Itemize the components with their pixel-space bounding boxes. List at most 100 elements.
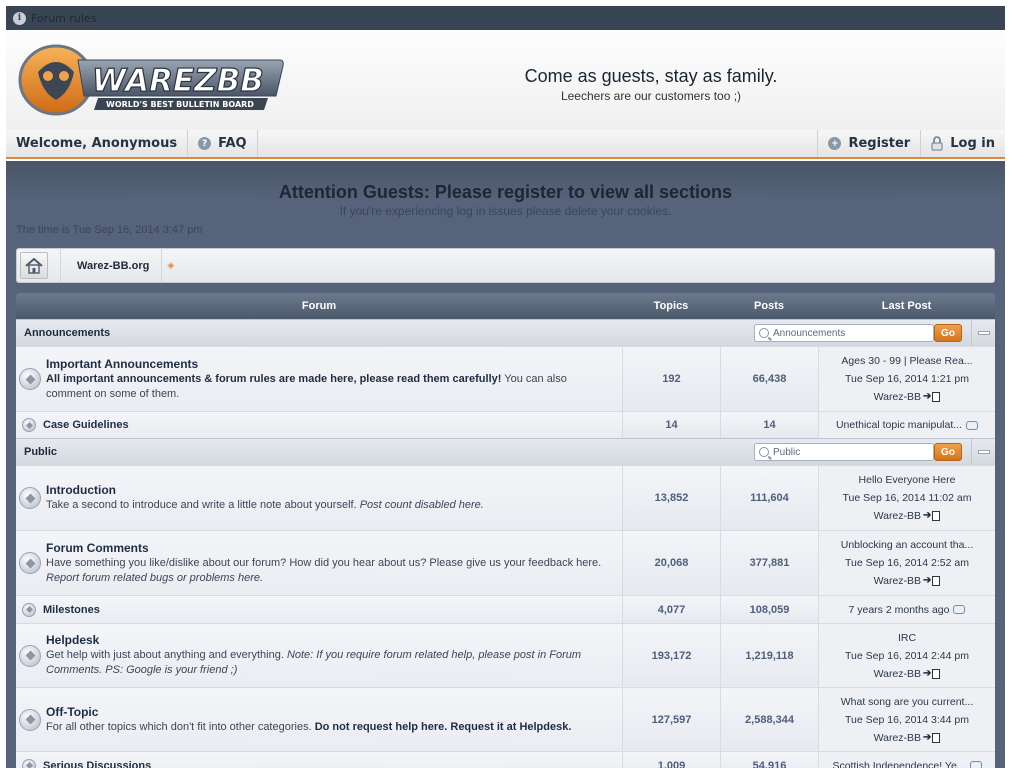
forum-link[interactable]: Off-Topic <box>46 705 571 719</box>
forum-topics-count: 13,852 <box>622 466 720 530</box>
go-button[interactable]: Go <box>934 443 962 461</box>
home-button[interactable] <box>20 252 48 279</box>
header-topics: Topics <box>653 300 689 312</box>
forum-topics-count: 192 <box>622 347 720 411</box>
main-content: Attention Guests: Please register to vie… <box>6 161 1005 768</box>
register-icon: + <box>828 137 842 150</box>
last-post-title[interactable]: Unethical topic manipulat... <box>836 416 962 434</box>
header-forum: Forum <box>301 300 337 312</box>
forum-status-icon <box>22 418 36 432</box>
forum-posts-count: 111,604 <box>720 466 818 530</box>
forum-row: Helpdesk Get help with just about anythi… <box>16 623 995 687</box>
forum-rules-link[interactable]: Forum rules <box>31 12 96 25</box>
comment-icon[interactable] <box>966 420 979 430</box>
current-time: The time is Tue Sep 16, 2014 3:47 pm <box>16 224 203 236</box>
forum-link[interactable]: Case Guidelines <box>43 419 129 431</box>
last-post-author[interactable]: Warez-BB <box>874 729 921 747</box>
forum-link[interactable]: Important Announcements <box>46 357 614 371</box>
comment-icon[interactable] <box>969 761 982 768</box>
register-link[interactable]: + Register <box>817 130 920 157</box>
last-post-title[interactable]: Ages 30 - 99 | Please Rea... <box>841 352 972 370</box>
forum-link[interactable]: Serious Discussions <box>43 760 151 768</box>
category-name[interactable]: Public <box>24 446 57 458</box>
help-icon: ? <box>198 137 212 150</box>
forum-link[interactable]: Forum Comments <box>46 541 614 555</box>
subforum-row: Case Guidelines 14 14 Unethical topic ma… <box>16 411 995 438</box>
forum-link[interactable]: Helpdesk <box>46 633 614 647</box>
last-post-author[interactable]: Warez-BB <box>874 388 921 406</box>
last-post-date: Tue Sep 16, 2014 2:52 am <box>845 557 969 569</box>
search-placeholder: Public <box>773 446 801 458</box>
category-announcements: Announcements Announcements Go <box>16 319 995 346</box>
last-post-author[interactable]: Warez-BB <box>874 572 921 590</box>
forum-posts-count: 54,916 <box>720 752 818 768</box>
minus-icon <box>978 451 989 453</box>
forum-link[interactable]: Milestones <box>43 604 100 616</box>
forum-link[interactable]: Introduction <box>46 483 484 497</box>
site-subtagline: Leechers are our customers too ;) <box>560 89 742 103</box>
forum-topics-count: 20,068 <box>622 531 720 595</box>
forum-topics-count: 14 <box>622 412 720 438</box>
faq-label: FAQ <box>218 136 247 151</box>
search-placeholder: Announcements <box>773 327 846 339</box>
last-post-date: Tue Sep 16, 2014 2:44 pm <box>845 649 969 662</box>
forum-status-icon <box>19 644 41 667</box>
forum-row: Off-Topic For all other topics which don… <box>16 687 995 751</box>
forum-posts-count: 108,059 <box>720 596 818 623</box>
last-post-cell: 7 years 2 months ago <box>818 596 995 623</box>
nav-bar: Welcome, Anonymous ? FAQ + Register Log … <box>6 130 1005 159</box>
last-post-cell: Scottish Independence! Ye... <box>818 752 995 768</box>
forum-row: Introduction Take a second to introduce … <box>16 465 995 530</box>
forum-topics-count: 193,172 <box>622 624 720 687</box>
forum-rules-bar[interactable]: i Forum rules <box>6 6 1005 30</box>
register-label: Register <box>848 136 911 151</box>
forum-posts-count: 377,881 <box>720 531 818 595</box>
goto-last-post-icon[interactable]: ➔ <box>923 388 941 406</box>
category-name[interactable]: Announcements <box>24 327 110 339</box>
forum-description: All important announcements & forum rule… <box>46 372 567 400</box>
goto-last-post-icon[interactable]: ➔ <box>923 665 941 683</box>
forum-topics-count: 1,009 <box>622 752 720 768</box>
forum-topics-count: 127,597 <box>622 688 720 751</box>
category-search-input[interactable]: Announcements <box>754 324 934 342</box>
header-posts: Posts <box>754 300 784 312</box>
last-post-cell: Unethical topic manipulat... <box>818 412 995 438</box>
last-post-title[interactable]: 7 years 2 months ago <box>849 601 950 619</box>
last-post-date: Tue Sep 16, 2014 11:02 am <box>842 492 972 504</box>
last-post-title[interactable]: Scottish Independence! Ye... <box>832 757 965 768</box>
faq-link[interactable]: ? FAQ <box>188 130 258 157</box>
comment-icon[interactable] <box>953 605 966 614</box>
forum-posts-count: 1,219,118 <box>720 624 818 687</box>
login-link[interactable]: Log in <box>920 130 1005 157</box>
home-icon <box>25 257 43 274</box>
last-post-cell: What song are you current... Tue Sep 16,… <box>818 688 995 751</box>
collapse-button[interactable] <box>971 320 995 346</box>
last-post-title[interactable]: Unblocking an account tha... <box>841 536 974 554</box>
site-logo[interactable]: WAREZBB WORLD'S BEST BULLETIN BOARD <box>18 42 286 118</box>
last-post-cell: Unblocking an account tha... Tue Sep 16,… <box>818 531 995 595</box>
go-button[interactable]: Go <box>934 324 962 342</box>
welcome-text: Welcome, Anonymous <box>6 130 189 157</box>
last-post-title[interactable]: Hello Everyone Here <box>859 471 956 489</box>
last-post-title[interactable]: What song are you current... <box>841 693 973 711</box>
forum-status-icon <box>19 708 41 731</box>
collapse-button[interactable] <box>971 439 995 465</box>
goto-last-post-icon[interactable]: ➔ <box>923 572 941 590</box>
breadcrumb: Warez-BB.org ◈ <box>16 248 995 283</box>
forum-description: Have something you like/dislike about ou… <box>46 556 602 584</box>
forum-description: Take a second to introduce and write a l… <box>46 499 484 511</box>
last-post-author[interactable]: Warez-BB <box>874 507 921 525</box>
breadcrumb-home-link[interactable]: Warez-BB.org <box>60 248 163 283</box>
category-search-input[interactable]: Public <box>754 443 934 461</box>
tagline-block: Come as guests, stay as family. Leechers… <box>426 66 876 103</box>
forum-status-icon <box>19 552 41 574</box>
last-post-title[interactable]: IRC <box>898 629 916 647</box>
goto-last-post-icon[interactable]: ➔ <box>923 507 941 525</box>
info-icon: i <box>13 11 26 25</box>
breadcrumb-separator-icon: ◈ <box>167 260 175 271</box>
forum-posts-count: 2,588,344 <box>720 688 818 751</box>
last-post-author[interactable]: Warez-BB <box>874 665 921 683</box>
subforum-row: Serious Discussions 1,009 54,916 Scottis… <box>16 751 995 768</box>
goto-last-post-icon[interactable]: ➔ <box>923 729 941 747</box>
forum-topics-count: 4,077 <box>622 596 720 623</box>
